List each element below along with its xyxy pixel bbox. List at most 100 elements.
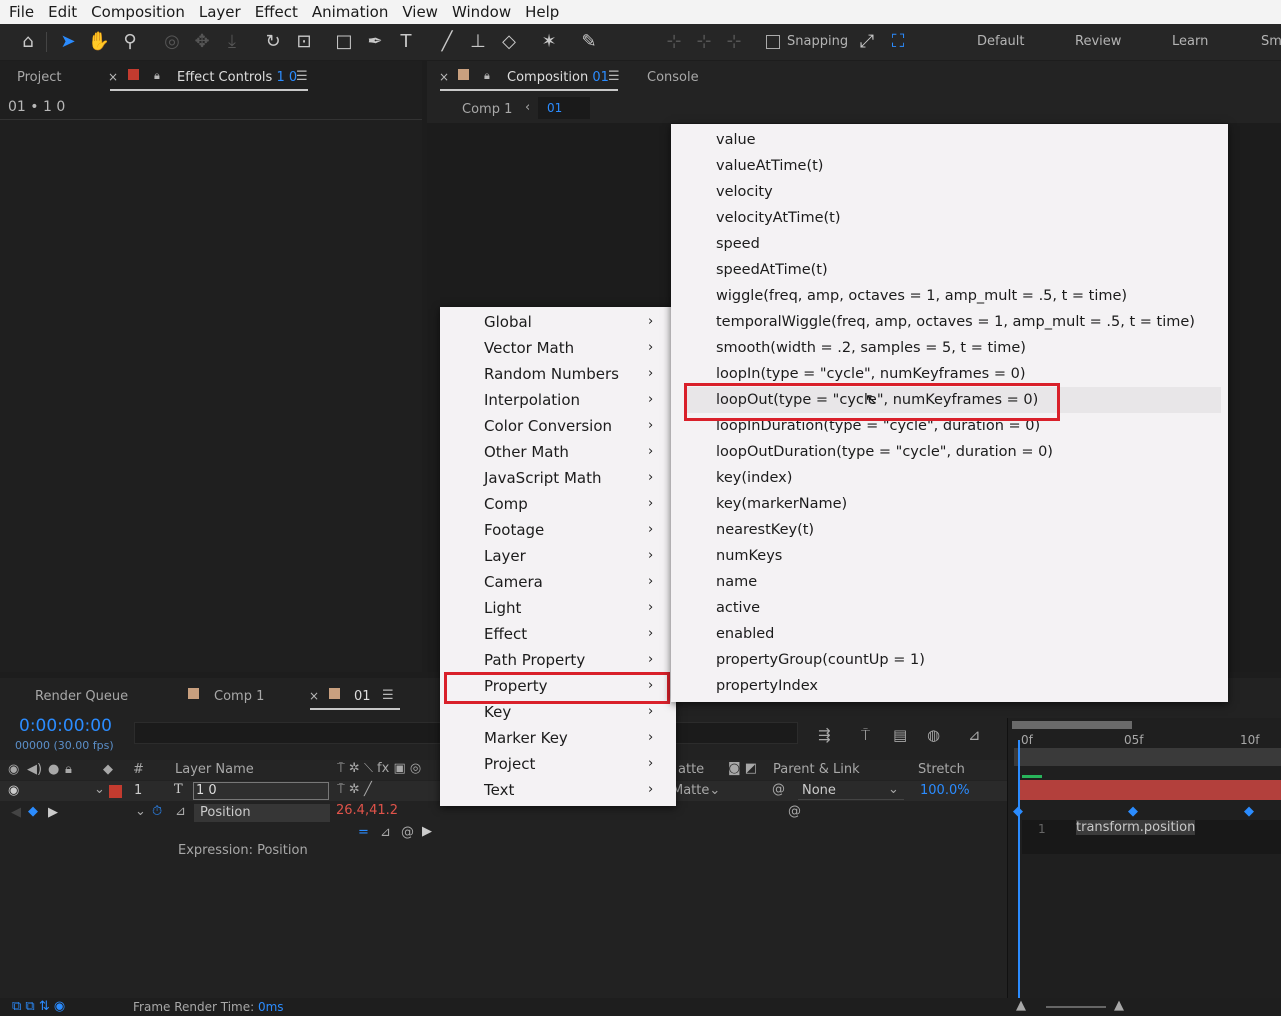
- submenu-item-valueattime[interactable]: valueAtTime(t): [716, 153, 823, 179]
- layer-name-field[interactable]: 1 0: [193, 782, 329, 800]
- menu-item-text[interactable]: Text: [484, 777, 514, 803]
- stopwatch-icon[interactable]: ⏱: [152, 804, 162, 819]
- submenu-item-wiggle[interactable]: wiggle(freq, amp, octaves = 1, amp_mult …: [716, 283, 1127, 309]
- roto-brush-icon[interactable]: ✶: [537, 30, 561, 54]
- graph-icon[interactable]: ⊿: [175, 804, 186, 819]
- zoom-tool-icon[interactable]: ⚲: [118, 30, 142, 54]
- submenu-item-key[interactable]: key(index): [716, 465, 792, 491]
- chevron-down-icon[interactable]: ⌄: [135, 804, 146, 819]
- menu-item-random-numbers[interactable]: Random Numbers: [484, 361, 619, 387]
- anchor-point-tool-icon[interactable]: ⊡: [292, 30, 316, 54]
- expression-enable-icon[interactable]: =: [358, 825, 369, 840]
- playhead[interactable]: [1018, 740, 1020, 998]
- shy-layers-icon[interactable]: ⍑: [861, 726, 870, 744]
- tab-render-queue[interactable]: Render Queue: [35, 689, 128, 704]
- menu-item-color-conversion[interactable]: Color Conversion: [484, 413, 612, 439]
- home-icon[interactable]: ⌂: [16, 30, 40, 54]
- snapping-checkbox[interactable]: [766, 35, 780, 49]
- layer-duration-bar[interactable]: [1020, 780, 1281, 800]
- next-keyframe-icon[interactable]: ▶: [48, 805, 58, 820]
- submenu-item-speedattime[interactable]: speedAtTime(t): [716, 257, 828, 283]
- toggle-panes-icon[interactable]: ⧉ ⧉ ⇅ ◉: [12, 999, 65, 1014]
- close-icon[interactable]: ×: [309, 689, 319, 703]
- workspace-learn[interactable]: Learn: [1172, 34, 1208, 49]
- submenu-item-name[interactable]: name: [716, 569, 757, 595]
- menu-item-path-property[interactable]: Path Property: [484, 647, 585, 673]
- menu-item-comp[interactable]: Comp: [484, 491, 528, 517]
- close-icon[interactable]: ×: [108, 70, 118, 84]
- rotation-tool-icon[interactable]: ↻: [261, 30, 285, 54]
- menu-effect[interactable]: Effect: [248, 0, 305, 24]
- pickwhip-icon[interactable]: @: [788, 804, 801, 819]
- crumb-comp1[interactable]: Comp 1: [462, 102, 512, 117]
- brush-tool-icon[interactable]: ╱: [435, 30, 459, 54]
- track-matte-select[interactable]: Matte⌄: [672, 783, 720, 798]
- col-layer-name[interactable]: Layer Name: [175, 762, 254, 777]
- eraser-tool-icon[interactable]: ◇: [497, 30, 521, 54]
- crumb-current[interactable]: 01: [538, 97, 590, 119]
- panel-menu-icon[interactable]: ☰: [382, 688, 394, 703]
- menu-item-marker-key[interactable]: Marker Key: [484, 725, 568, 751]
- timecode[interactable]: 0:00:00:00: [19, 716, 112, 736]
- submenu-item-smooth[interactable]: smooth(width = .2, samples = 5, t = time…: [716, 335, 1026, 361]
- panel-menu-icon[interactable]: ☰: [608, 69, 620, 84]
- menu-item-effect[interactable]: Effect: [484, 621, 527, 647]
- submenu-item-active[interactable]: active: [716, 595, 760, 621]
- menu-window[interactable]: Window: [445, 0, 518, 24]
- dolly-camera-icon[interactable]: ⤓: [220, 30, 244, 54]
- visibility-eye-icon[interactable]: ◉: [8, 783, 19, 798]
- graph-editor-icon[interactable]: ⊿: [968, 726, 981, 744]
- zoom-slider[interactable]: [1046, 1006, 1106, 1008]
- tab-effect-controls[interactable]: Effect Controls 1 0: [177, 70, 297, 85]
- menu-item-other-math[interactable]: Other Math: [484, 439, 569, 465]
- frame-blending-icon[interactable]: ▤: [893, 726, 907, 744]
- submenu-item-velocityattime[interactable]: velocityAtTime(t): [716, 205, 841, 231]
- menu-item-interpolation[interactable]: Interpolation: [484, 387, 580, 413]
- zoom-out-icon[interactable]: ▲: [1016, 998, 1026, 1013]
- submenu-item-value[interactable]: value: [716, 127, 756, 153]
- lock-icon[interactable]: 🔒︎: [484, 69, 490, 83]
- tab-composition[interactable]: Composition 01: [507, 70, 609, 85]
- submenu-item-enabled[interactable]: enabled: [716, 621, 774, 647]
- menu-view[interactable]: View: [395, 0, 445, 24]
- snap-option-icon[interactable]: ⤢: [855, 30, 879, 54]
- expression-pickwhip-icon[interactable]: @: [401, 825, 414, 840]
- keyframe-icon[interactable]: ◆: [1128, 804, 1138, 819]
- lock-icon[interactable]: 🔒︎: [154, 69, 160, 83]
- clone-stamp-icon[interactable]: ⊥: [466, 30, 490, 54]
- menu-item-global[interactable]: Global: [484, 309, 532, 335]
- workspace-small[interactable]: Sm: [1261, 34, 1281, 49]
- submenu-item-loopoutduration[interactable]: loopOutDuration(type = "cycle", duration…: [716, 439, 1053, 465]
- zoom-in-icon[interactable]: ▲: [1114, 998, 1124, 1013]
- rectangle-tool-icon[interactable]: □: [332, 30, 356, 54]
- panel-menu-icon[interactable]: ☰: [296, 69, 308, 84]
- tab-console[interactable]: Console: [647, 70, 699, 85]
- keyframe-icon[interactable]: ◆: [1244, 804, 1254, 819]
- tab-current-comp[interactable]: 01: [354, 689, 371, 704]
- menu-item-light[interactable]: Light: [484, 595, 521, 621]
- stretch-value[interactable]: 100.0%: [920, 783, 970, 798]
- workspace-default[interactable]: Default: [977, 34, 1025, 49]
- submenu-item-key[interactable]: key(markerName): [716, 491, 847, 517]
- prev-keyframe-icon[interactable]: ◀: [11, 805, 21, 820]
- menu-item-javascript-math[interactable]: JavaScript Math: [484, 465, 601, 491]
- expression-graph-icon[interactable]: ⊿: [380, 825, 391, 840]
- menu-item-project[interactable]: Project: [484, 751, 535, 777]
- menu-edit[interactable]: Edit: [41, 0, 84, 24]
- workspace-review[interactable]: Review: [1075, 34, 1121, 49]
- menu-item-footage[interactable]: Footage: [484, 517, 544, 543]
- submenu-item-nearestkey[interactable]: nearestKey(t): [716, 517, 814, 543]
- menu-file[interactable]: File: [2, 0, 41, 24]
- motion-blur-icon[interactable]: ◍: [927, 726, 940, 744]
- composition-flowchart-icon[interactable]: ⇶: [818, 726, 831, 744]
- menu-help[interactable]: Help: [518, 0, 566, 24]
- expression-editor[interactable]: 1 transform.position: [1022, 820, 1281, 854]
- layer-label-swatch[interactable]: [109, 785, 122, 798]
- tab-project[interactable]: Project: [17, 70, 61, 85]
- timeline-graph-area[interactable]: 0f 05f 10f ◆ ◆ ◆ 1 transform.position: [1007, 718, 1281, 998]
- selection-tool-icon[interactable]: ➤: [56, 30, 80, 54]
- tab-comp1[interactable]: Comp 1: [214, 689, 264, 704]
- chevron-down-icon[interactable]: ⌄: [94, 782, 105, 797]
- submenu-item-velocity[interactable]: velocity: [716, 179, 773, 205]
- parent-select[interactable]: None ⌄: [798, 782, 904, 800]
